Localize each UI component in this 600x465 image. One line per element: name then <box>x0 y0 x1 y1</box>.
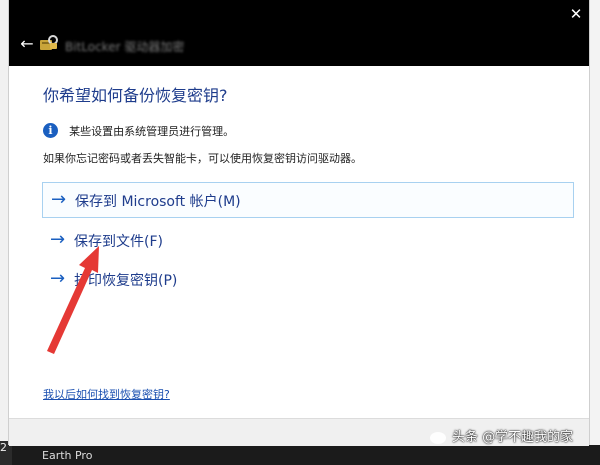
back-button[interactable]: ← <box>15 32 39 56</box>
save-to-microsoft-account-option[interactable]: → 保存到 Microsoft 帐户(M) <box>42 182 574 218</box>
arrow-right-icon: → <box>50 229 66 250</box>
bitlocker-icon <box>40 35 58 50</box>
window-title: BitLocker 驱动器加密 <box>65 40 185 54</box>
admin-info-row: i 某些设置由系统管理员进行管理。 <box>43 120 234 138</box>
description-text: 如果你忘记密码或者丢失智能卡，可以使用恢复密钥访问驱动器。 <box>43 152 362 165</box>
close-button[interactable]: ✕ <box>565 2 587 26</box>
option-label: 保存到文件(F) <box>74 234 163 250</box>
title-bar: ← BitLocker 驱动器加密 ✕ <box>9 0 589 66</box>
print-recovery-key-option[interactable]: → 打印恢复密钥(P) <box>42 262 574 298</box>
back-arrow-icon: ← <box>20 34 34 53</box>
arrow-right-icon: → <box>50 268 66 289</box>
info-icon: i <box>43 123 58 138</box>
arrow-right-icon: → <box>51 189 67 210</box>
watermark-text: 头条 @学不趣我的家 <box>452 430 574 445</box>
find-recovery-key-link[interactable]: 我以后如何找到恢复密钥? <box>43 386 170 402</box>
option-label: 保存到 Microsoft 帐户(M) <box>75 194 241 210</box>
admin-info-text: 某些设置由系统管理员进行管理。 <box>69 124 235 138</box>
bitlocker-dialog: ← BitLocker 驱动器加密 ✕ 你希望如何备份恢复密钥? i 某些设置由… <box>8 0 590 446</box>
wechat-icon <box>430 431 446 444</box>
close-icon: ✕ <box>569 5 583 23</box>
page-title: 你希望如何备份恢复密钥? <box>43 86 228 105</box>
save-to-file-option[interactable]: → 保存到文件(F) <box>42 223 574 259</box>
dialog-content: 你希望如何备份恢复密钥? i 某些设置由系统管理员进行管理。 如果你忘记密码或者… <box>9 66 589 418</box>
background-taskbar-text: Earth Pro <box>42 449 93 462</box>
watermark: 头条 @学不趣我的家 <box>430 426 573 450</box>
option-label: 打印恢复密钥(P) <box>74 273 178 289</box>
